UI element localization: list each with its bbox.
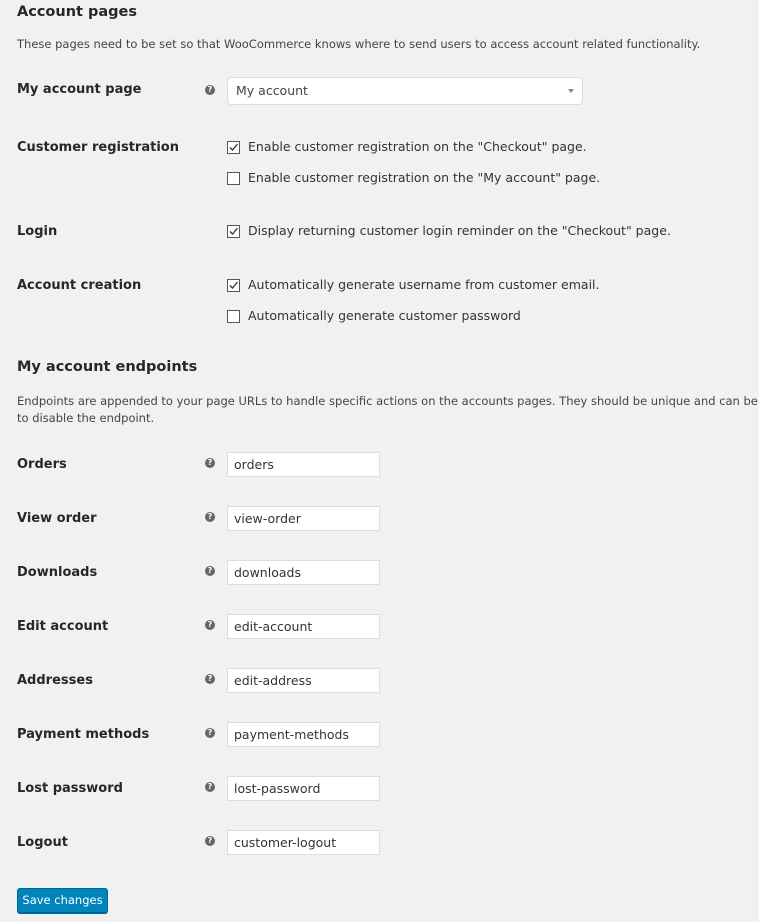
orders-label: Orders <box>17 457 67 472</box>
check-icon <box>229 143 238 151</box>
check-icon <box>229 281 238 289</box>
orders-endpoint-input[interactable] <box>227 452 380 477</box>
view-order-label: View order <box>17 511 97 526</box>
lost-password-endpoint-input[interactable] <box>227 776 380 801</box>
my-account-page-select[interactable]: My account <box>227 77 583 105</box>
help-icon[interactable]: ? <box>205 836 215 846</box>
edit-account-label: Edit account <box>17 619 109 634</box>
help-icon[interactable]: ? <box>205 458 215 468</box>
myaccount-registration-checkbox[interactable] <box>227 172 240 185</box>
account-creation-label: Account creation <box>17 278 142 293</box>
login-reminder-checkbox[interactable] <box>227 225 240 238</box>
help-icon[interactable]: ? <box>205 620 215 630</box>
payment-methods-endpoint-input[interactable] <box>227 722 380 747</box>
generate-username-checkbox[interactable] <box>227 279 240 292</box>
endpoints-description-line2: to disable the endpoint. <box>17 411 155 425</box>
addresses-endpoint-input[interactable] <box>227 668 380 693</box>
my-account-page-value: My account <box>236 83 308 98</box>
help-icon[interactable]: ? <box>205 566 215 576</box>
payment-methods-label: Payment methods <box>17 727 150 742</box>
save-changes-button[interactable]: Save changes <box>17 888 108 913</box>
logout-endpoint-input[interactable] <box>227 830 380 855</box>
login-label: Login <box>17 224 58 239</box>
help-icon[interactable]: ? <box>205 512 215 522</box>
myaccount-registration-text: Enable customer registration on the "My … <box>248 170 601 185</box>
account-pages-description: These pages need to be set so that WooCo… <box>17 37 701 51</box>
addresses-label: Addresses <box>17 673 93 688</box>
checkout-registration-text: Enable customer registration on the "Che… <box>248 139 587 154</box>
check-icon <box>229 227 238 235</box>
downloads-label: Downloads <box>17 565 98 580</box>
chevron-down-icon <box>568 89 574 93</box>
my-account-page-label: My account page <box>17 82 142 97</box>
help-icon[interactable]: ? <box>205 674 215 684</box>
generate-password-checkbox[interactable] <box>227 310 240 323</box>
help-icon[interactable]: ? <box>205 728 215 738</box>
checkout-registration-checkbox[interactable] <box>227 141 240 154</box>
view-order-endpoint-input[interactable] <box>227 506 380 531</box>
account-pages-heading: Account pages <box>17 4 138 20</box>
edit-account-endpoint-input[interactable] <box>227 614 380 639</box>
endpoints-heading: My account endpoints <box>17 359 198 375</box>
help-icon[interactable]: ? <box>205 85 215 95</box>
generate-username-text: Automatically generate username from cus… <box>248 277 600 292</box>
downloads-endpoint-input[interactable] <box>227 560 380 585</box>
lost-password-label: Lost password <box>17 781 123 796</box>
help-icon[interactable]: ? <box>205 782 215 792</box>
customer-registration-label: Customer registration <box>17 140 179 155</box>
login-reminder-text: Display returning customer login reminde… <box>248 223 671 238</box>
generate-password-text: Automatically generate customer password <box>248 308 521 323</box>
logout-label: Logout <box>17 835 68 850</box>
